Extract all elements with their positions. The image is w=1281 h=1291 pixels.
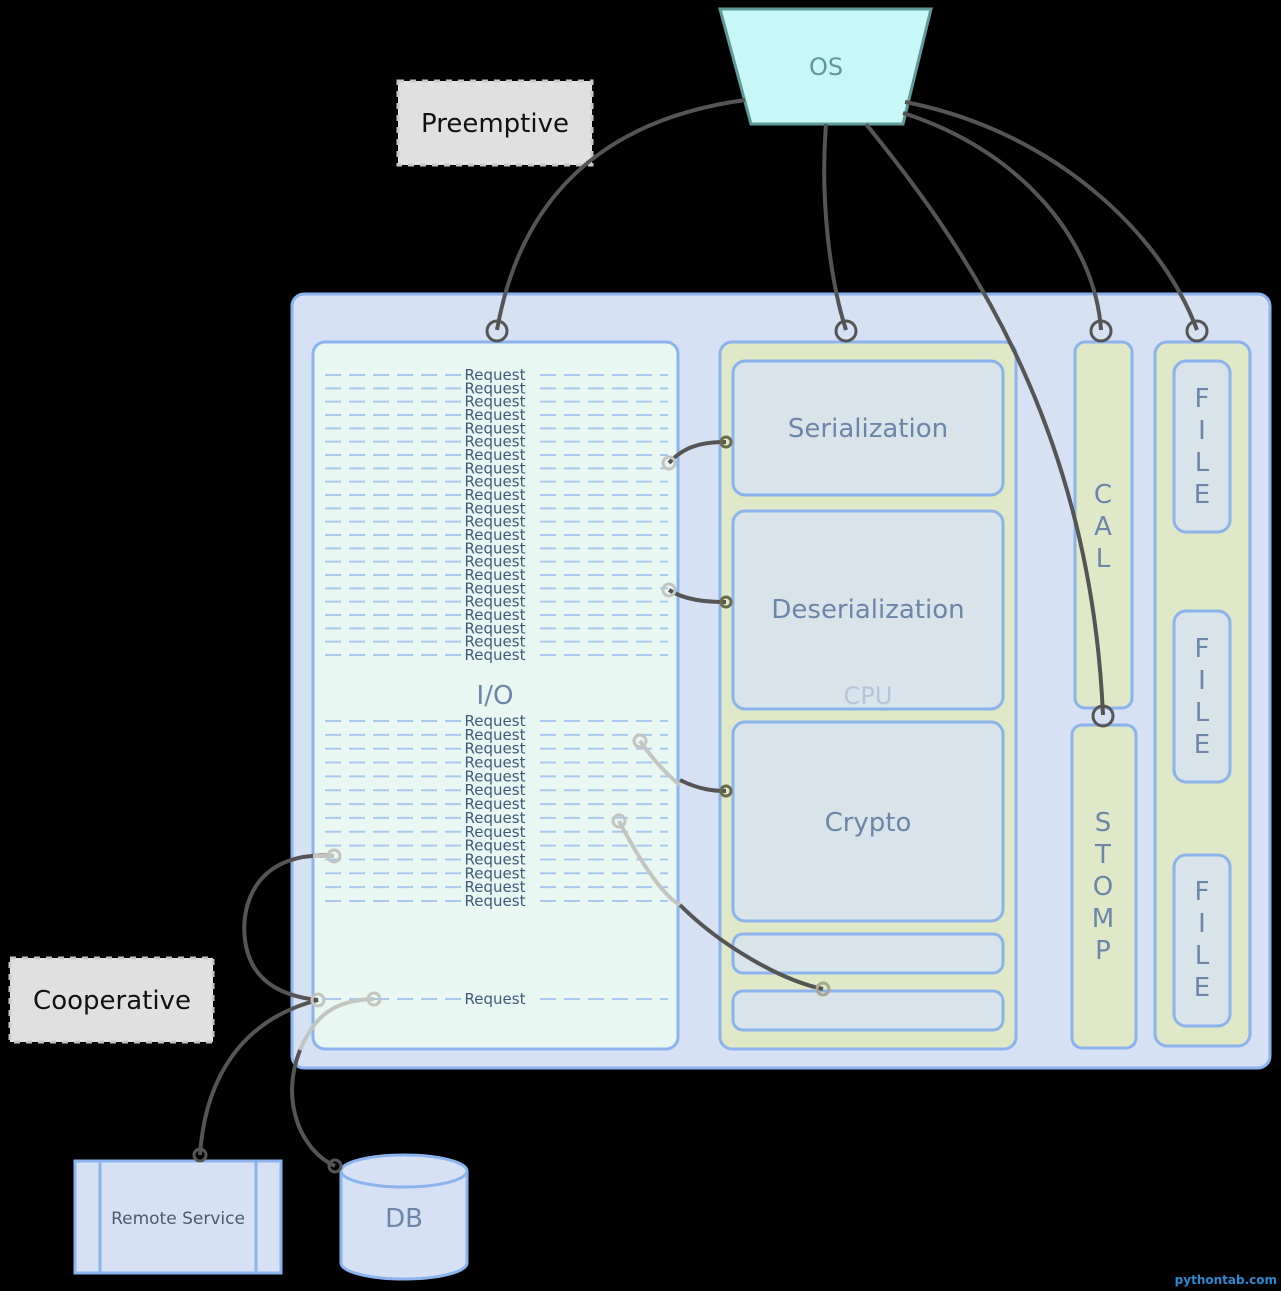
vertical-letter: F [1195, 877, 1210, 907]
cpu-label: CPU [844, 682, 893, 710]
io-label: I/O [477, 681, 514, 711]
vertical-letter: T [1094, 840, 1111, 870]
architecture-diagram: RequestRequestRequestRequestRequestReque… [8, 7, 1272, 1281]
vertical-letter: I [1198, 909, 1206, 939]
vertical-letter: C [1094, 480, 1112, 510]
request-label: Request [465, 646, 526, 664]
deserialization-label: Deserialization [771, 595, 964, 625]
vertical-letter: L [1096, 544, 1111, 574]
preemptive-label: Preemptive [421, 109, 569, 139]
db-label: DB [385, 1204, 423, 1234]
watermark: pythontab.com [1174, 1273, 1277, 1287]
vertical-letter: I [1198, 416, 1206, 446]
remote-service-label: Remote Service [111, 1209, 245, 1229]
vertical-letter: L [1195, 698, 1210, 728]
vertical-letter: E [1194, 730, 1210, 760]
vertical-letter: F [1195, 634, 1210, 664]
vertical-letter: P [1095, 936, 1111, 966]
cpu-block-empty-2[interactable] [731, 989, 1005, 1032]
cooperative-label: Cooperative [33, 986, 191, 1016]
vertical-letter: L [1195, 448, 1210, 478]
crypto-label: Crypto [825, 808, 912, 838]
vertical-letter: A [1094, 512, 1112, 542]
vertical-letter: M [1092, 904, 1114, 934]
cal-label: CAL [1094, 480, 1112, 574]
cpu-block-empty-1[interactable] [731, 932, 1005, 975]
os-label: OS [809, 53, 843, 81]
vertical-letter: I [1198, 666, 1206, 696]
serialization-label: Serialization [788, 414, 948, 444]
vertical-letter: L [1195, 941, 1210, 971]
vertical-letter: E [1194, 480, 1210, 510]
vertical-letter: F [1195, 384, 1210, 414]
request-label: Request [465, 892, 526, 910]
vertical-letter: S [1095, 808, 1112, 838]
vertical-letter: E [1194, 973, 1210, 1003]
request-label: Request [465, 990, 526, 1008]
vertical-letter: O [1093, 872, 1113, 902]
